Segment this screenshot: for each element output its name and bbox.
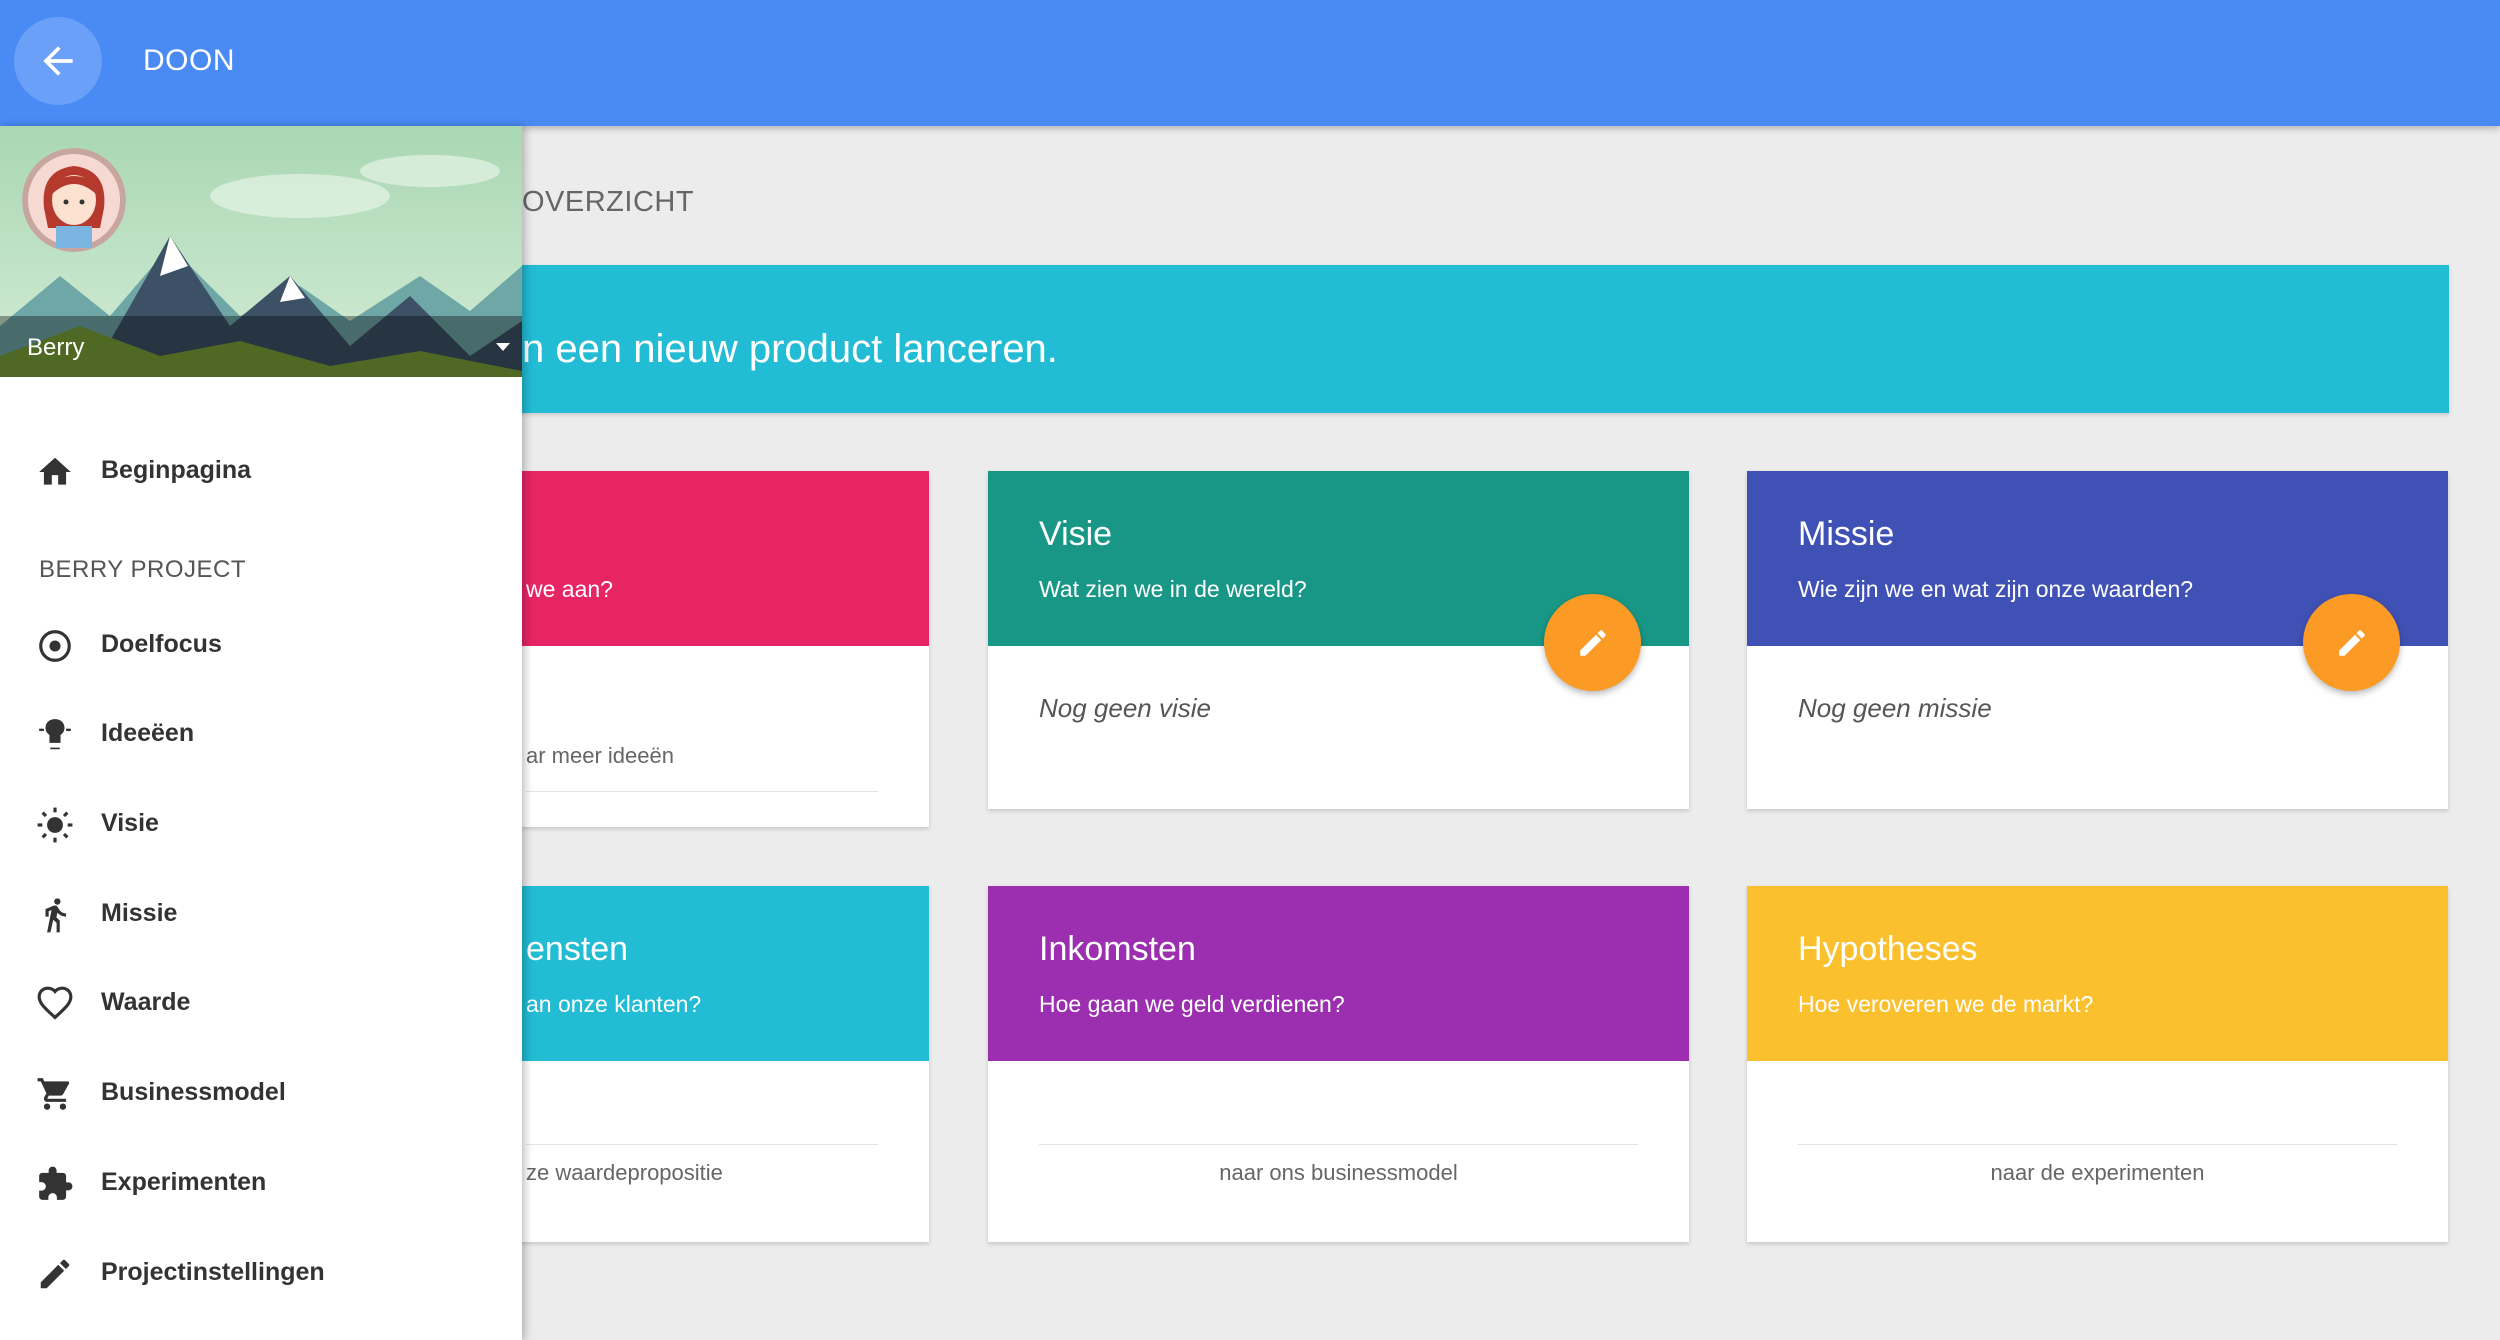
target-icon [39, 630, 71, 662]
page-title: OVERZICHT [522, 186, 695, 218]
arrow-left-icon [43, 46, 73, 76]
card-divider [1798, 1144, 2397, 1145]
nav-item-label: Projectinstellingen [101, 1258, 325, 1286]
card-subtitle: an onze klanten? [526, 991, 702, 1017]
edit-missie-button[interactable] [2303, 594, 2400, 691]
nav-item-projectinstellingen[interactable]: Projectinstellingen [0, 1234, 522, 1312]
account-dropdown-button[interactable] [494, 340, 512, 358]
nav-item-label: Doelfocus [101, 630, 222, 658]
card-body-text: Nog geen visie [1039, 693, 1211, 723]
edit-visie-button[interactable] [1544, 594, 1641, 691]
drawer-header: Berry [0, 126, 522, 377]
avatar[interactable] [22, 148, 126, 252]
pencil-icon [2338, 629, 2365, 656]
back-button[interactable] [14, 17, 102, 105]
heart-icon [37, 986, 73, 1020]
card-missie: Missie Wie zijn we en wat zijn onze waar… [1747, 471, 2448, 809]
nav-item-label: Missie [101, 899, 178, 927]
nav-item-visie[interactable]: Visie [0, 785, 522, 863]
nav-item-ideeen[interactable]: Ideeëen [0, 695, 522, 773]
home-icon [39, 457, 71, 485]
card-header: Hypotheses Hoe veroveren we de markt? [1747, 886, 2448, 1061]
nav-item-label: Beginpagina [101, 456, 252, 484]
card-title: Hypotheses [1798, 930, 1978, 968]
navigation-drawer: Berry Beginpagina BERRY PROJECT Doelfocu… [0, 126, 522, 1340]
nav-item-label: Visie [101, 809, 159, 837]
card-title: Visie [1039, 515, 1113, 553]
card-link[interactable]: ar meer ideeën [526, 743, 929, 769]
card-visie: Visie Wat zien we in de wereld? Nog geen… [988, 471, 1689, 809]
nav-item-experimenten[interactable]: Experimenten [0, 1144, 522, 1222]
card-body-text: Nog geen missie [1798, 693, 1992, 723]
cart-icon [37, 1078, 70, 1110]
nav-item-doelfocus[interactable]: Doelfocus [0, 606, 522, 684]
pencil-icon [40, 1259, 70, 1289]
nav-item-beginpagina[interactable]: Beginpagina [0, 432, 522, 510]
nav-item-label: Businessmodel [101, 1078, 286, 1106]
nav-item-label: Waarde [101, 988, 191, 1016]
app-title: DOON [143, 44, 235, 77]
card-subtitle: Hoe veroveren we de markt? [1798, 991, 2094, 1017]
nav-item-label: Ideeëen [101, 719, 195, 747]
card-hypotheses: Hypotheses Hoe veroveren we de markt? na… [1747, 886, 2448, 1242]
nav-item-label: Experimenten [101, 1168, 267, 1196]
project-goal-banner: n een nieuw product lanceren. [380, 265, 2449, 413]
card-divider [526, 791, 878, 792]
card-divider [526, 1144, 878, 1145]
card-link[interactable]: naar de experimenten [1747, 1160, 2448, 1186]
caret-down-icon [496, 343, 510, 351]
card-title: Inkomsten [1039, 930, 1196, 968]
nav-item-businessmodel[interactable]: Businessmodel [0, 1054, 522, 1132]
pencil-icon [1579, 629, 1606, 656]
lightbulb-icon [39, 719, 71, 750]
card-subtitle: we aan? [526, 576, 613, 602]
card-subtitle: Wat zien we in de wereld? [1039, 576, 1307, 602]
card-inkomsten: Inkomsten Hoe gaan we geld verdienen? na… [988, 886, 1689, 1242]
card-title: ensten [526, 930, 629, 968]
puzzle-icon [39, 1166, 73, 1200]
card-subtitle: Wie zijn we en wat zijn onze waarden? [1798, 576, 2194, 602]
nav-item-missie[interactable]: Missie [0, 875, 522, 953]
card-title: Missie [1798, 515, 1895, 553]
user-name: Berry [27, 334, 85, 361]
sun-icon [37, 807, 73, 843]
card-link[interactable]: ze waardepropositie [526, 1160, 929, 1186]
walking-person-icon [45, 898, 67, 933]
user-avatar-icon [22, 148, 126, 252]
card-subtitle: Hoe gaan we geld verdienen? [1039, 991, 1345, 1017]
card-header: Inkomsten Hoe gaan we geld verdienen? [988, 886, 1689, 1061]
project-goal-text: n een nieuw product lanceren. [522, 327, 1058, 371]
card-link[interactable]: naar ons businessmodel [988, 1160, 1689, 1186]
nav-item-waarde[interactable]: Waarde [0, 964, 522, 1042]
nav-section-header: BERRY PROJECT [39, 556, 246, 583]
card-divider [1039, 1144, 1638, 1145]
app-bar: DOON [0, 0, 2500, 126]
